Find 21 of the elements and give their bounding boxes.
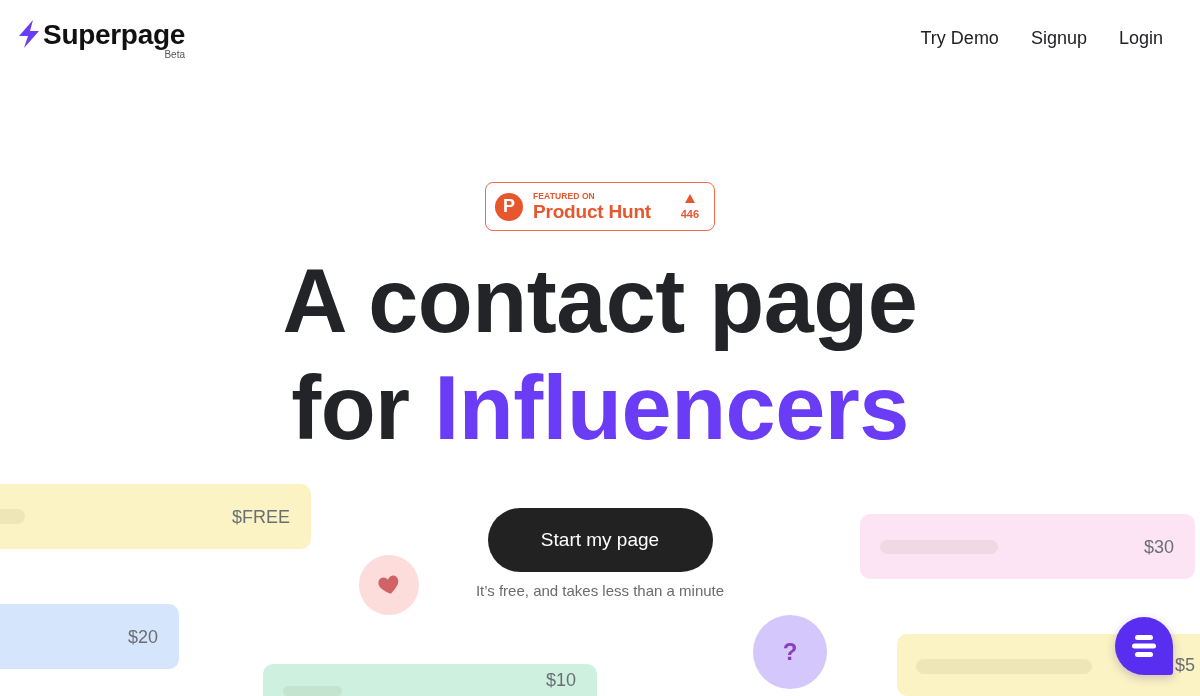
help-bubble: ?	[753, 615, 827, 689]
text-lines-icon	[1132, 635, 1156, 657]
price-label: $30	[1143, 536, 1174, 557]
price-label: $FREE	[231, 506, 290, 527]
nav-link[interactable]: Login	[1118, 27, 1163, 49]
vote-count: 446	[680, 208, 699, 220]
start-page-button[interactable]: Start my page	[487, 508, 713, 572]
price-label: $5	[1174, 655, 1195, 675]
featured-label: FEATURED ON	[533, 191, 596, 201]
lightning-bolt-icon	[18, 19, 40, 48]
headline: A contact page for Influencers	[282, 250, 918, 460]
price-label: $20	[127, 626, 158, 647]
product-hunt-logo: P	[495, 192, 523, 221]
nav-link[interactable]: Try Demo	[920, 27, 999, 49]
chat-button[interactable]	[1115, 617, 1173, 675]
product-name: Product Hunt	[533, 201, 652, 222]
cta-note: It’s free, and takes less than a minute	[475, 581, 725, 601]
nav-link[interactable]: Signup	[1030, 27, 1087, 49]
logo-wordmark[interactable]: Superpage	[43, 18, 185, 51]
price-label: $10	[545, 670, 576, 690]
triangle-up-icon	[684, 194, 695, 203]
